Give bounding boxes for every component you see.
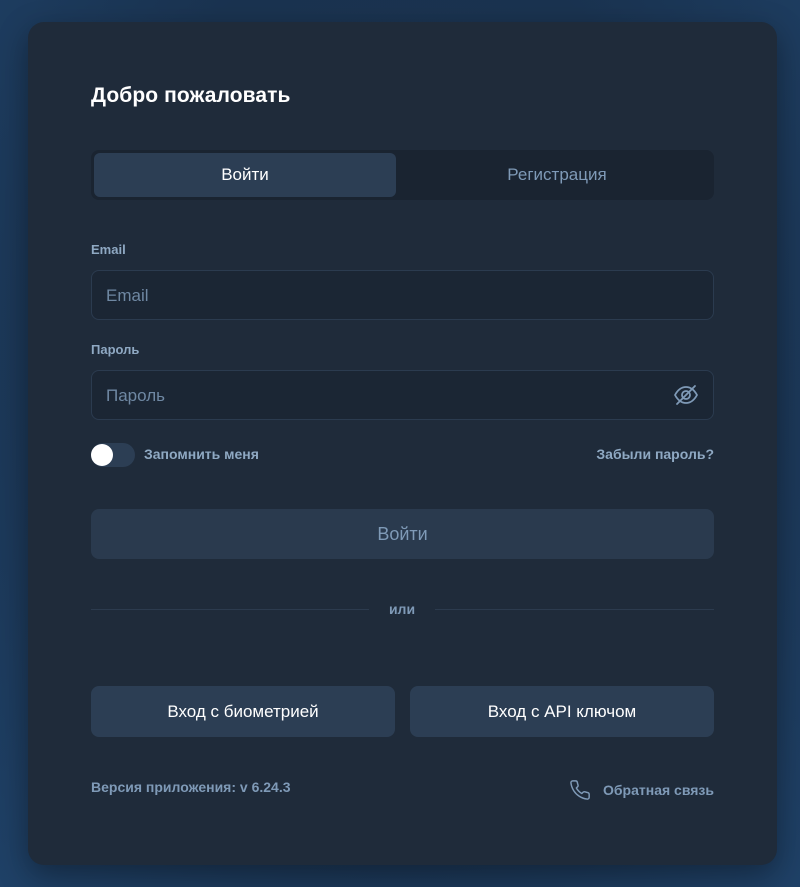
divider-text: или <box>388 601 416 617</box>
api-key-login-button[interactable]: Вход с API ключом <box>410 686 714 737</box>
remember-me-toggle[interactable] <box>91 443 135 467</box>
password-label: Пароль <box>91 342 140 357</box>
login-button[interactable]: Войти <box>91 509 714 559</box>
auth-tabs: Войти Регистрация <box>91 150 714 200</box>
feedback-label: Обратная связь <box>603 782 714 798</box>
email-field[interactable] <box>104 271 668 321</box>
page-title: Добро пожаловать <box>91 84 291 107</box>
app-version: Версия приложения: v 6.24.3 <box>91 779 291 795</box>
email-label: Email <box>91 242 126 257</box>
biometric-login-button[interactable]: Вход с биометрией <box>91 686 395 737</box>
phone-icon <box>569 779 591 801</box>
divider-left <box>91 609 369 610</box>
eye-off-icon[interactable] <box>673 383 699 407</box>
tab-register[interactable]: Регистрация <box>406 153 708 197</box>
tab-login[interactable]: Войти <box>94 153 396 197</box>
feedback-link[interactable]: Обратная связь <box>569 779 714 801</box>
forgot-password-link[interactable]: Забыли пароль? <box>596 446 714 462</box>
toggle-knob <box>91 444 113 466</box>
email-field-container <box>91 270 714 321</box>
login-card: Добро пожаловать Войти Регистрация Email… <box>28 22 777 865</box>
password-field[interactable] <box>104 371 668 421</box>
divider-right <box>435 609 714 610</box>
remember-me-label[interactable]: Запомнить меня <box>144 446 259 462</box>
password-field-container <box>91 370 714 421</box>
